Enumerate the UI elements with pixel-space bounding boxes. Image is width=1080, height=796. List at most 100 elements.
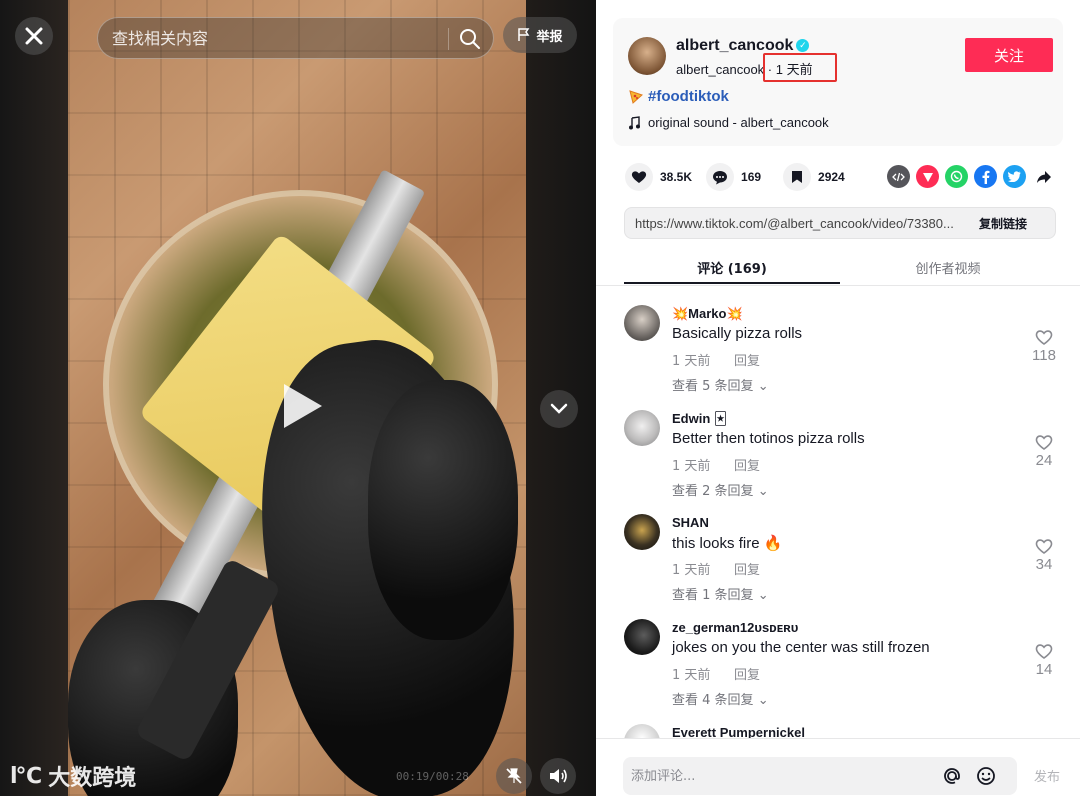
author-username[interactable]: albert_cancook (676, 62, 764, 77)
video-backdrop-left (0, 0, 68, 796)
sound-text[interactable]: original sound - albert_cancook (648, 115, 829, 130)
search-icon[interactable] (458, 27, 482, 51)
close-icon (25, 27, 43, 45)
verified-badge-icon: ✓ (796, 39, 810, 52)
comment-time: 1 天前 (672, 668, 711, 683)
comment-avatar[interactable] (624, 619, 660, 655)
video-link-text[interactable]: https://www.tiktok.com/@albert_cancook/v… (625, 216, 965, 231)
comment-time: 1 天前 (672, 354, 711, 369)
next-video-button[interactable] (540, 390, 578, 428)
playback-time: 00:19/00:28 (396, 770, 469, 783)
pizza-icon (629, 89, 643, 104)
video-glove-shape (368, 380, 518, 640)
comment-time: 1 天前 (672, 459, 711, 474)
reply-button[interactable]: 回复 (734, 664, 760, 683)
comment-username[interactable]: Everett Pumpernickel (672, 725, 805, 738)
comment-username[interactable]: Edwin 🃏 (672, 411, 727, 427)
volume-button[interactable] (540, 758, 576, 794)
comment-text: Basically pizza rolls (672, 325, 803, 342)
comment-like-count: 24 (1035, 452, 1053, 469)
comment-input-divider (596, 738, 1080, 739)
comment-time: 1 天前 (672, 563, 711, 578)
music-note-icon (629, 115, 640, 129)
comment-like-count: 14 (1035, 661, 1053, 678)
chevron-down-icon: ⌄ (757, 693, 769, 708)
report-label: 举报 (536, 29, 563, 45)
whatsapp-icon[interactable] (945, 165, 968, 188)
comment-text: jokes on you the center was still frozen (672, 639, 930, 656)
embed-icon[interactable] (887, 165, 910, 188)
video-player[interactable]: 举报 00:19/00:28 l℃ 大数跨境 (0, 0, 596, 796)
tab-comments[interactable]: 评论 (169) (624, 250, 840, 284)
save-button[interactable]: 2924 (783, 163, 846, 191)
comment-username[interactable]: ze_german12ᴜsᴅᴇʀᴜ (672, 620, 798, 635)
twitter-icon[interactable] (1003, 165, 1026, 188)
hashtag-text[interactable]: #foodtiktok (648, 88, 729, 105)
chevron-down-icon: ⌄ (757, 588, 769, 603)
chevron-down-icon (550, 403, 568, 414)
copy-link-button[interactable]: 复制链接 (979, 215, 1027, 232)
save-icon-wrap (783, 163, 812, 191)
watermark: l℃ 大数跨境 (10, 760, 136, 792)
comment-avatar[interactable] (624, 305, 660, 341)
like-count: 38.5K (660, 170, 693, 184)
comment-username[interactable]: 💥Marko💥 (672, 306, 743, 322)
hashtag-link[interactable]: #foodtiktok (628, 88, 729, 105)
author-display-name[interactable]: albert_cancook (676, 37, 793, 54)
view-replies-button[interactable]: 查看 4 条回复 ⌄ (672, 689, 769, 708)
telegram-icon[interactable] (916, 165, 939, 188)
close-button[interactable] (15, 17, 53, 55)
comment-tabs: 评论 (169) 创作者视频 (624, 250, 1056, 284)
post-comment-button[interactable]: 发布 (1034, 766, 1060, 785)
reply-button[interactable]: 回复 (734, 350, 760, 369)
comment-text: Better then totinos pizza rolls (672, 430, 865, 447)
sound-link[interactable]: original sound - albert_cancook (628, 115, 829, 130)
comment-bubble-icon (713, 170, 728, 184)
search-input[interactable] (112, 28, 432, 48)
comment-list[interactable]: 💥Marko💥 Basically pizza rolls 1 天前 回复 查看… (596, 286, 1080, 738)
play-icon[interactable] (272, 378, 328, 434)
comment-text: this looks fire 🔥 (672, 535, 783, 552)
reply-button[interactable]: 回复 (734, 559, 760, 578)
view-replies-text[interactable]: 查看 4 条回复 (672, 693, 754, 708)
heart-outline-icon[interactable] (1034, 327, 1054, 347)
author-avatar[interactable] (628, 37, 666, 75)
comment-avatar[interactable] (624, 724, 660, 738)
comment-button[interactable]: 169 (706, 163, 769, 191)
comment-input-box[interactable] (623, 757, 1017, 795)
heart-outline-icon[interactable] (1034, 536, 1054, 556)
video-link-box: https://www.tiktok.com/@albert_cancook/v… (624, 207, 1056, 239)
comment-avatar[interactable] (624, 514, 660, 550)
author-card: albert_cancook ✓ albert_cancook · 1 天前 关注… (613, 18, 1063, 146)
mention-icon[interactable] (941, 765, 963, 787)
volume-icon (550, 769, 567, 783)
comment-count: 169 (741, 170, 762, 184)
view-replies-button[interactable]: 查看 2 条回复 ⌄ (672, 480, 769, 499)
view-replies-text[interactable]: 查看 2 条回复 (672, 484, 754, 499)
like-icon-wrap (625, 163, 653, 191)
share-arrow-icon[interactable] (1032, 165, 1055, 188)
view-replies-button[interactable]: 查看 5 条回复 ⌄ (672, 375, 769, 394)
comment-username[interactable]: SHAN (672, 515, 709, 530)
view-replies-button[interactable]: 查看 1 条回复 ⌄ (672, 584, 769, 603)
report-button[interactable]: 举报 (503, 17, 577, 53)
search-divider (448, 28, 449, 50)
heart-outline-icon[interactable] (1034, 641, 1054, 661)
emoji-icon[interactable] (975, 765, 997, 787)
follow-button[interactable]: 关注 (965, 38, 1053, 72)
search-bar[interactable] (97, 17, 494, 59)
comment-avatar[interactable] (624, 410, 660, 446)
view-replies-text[interactable]: 查看 1 条回复 (672, 588, 754, 603)
comment-icon-wrap (706, 163, 735, 191)
view-replies-text[interactable]: 查看 5 条回复 (672, 379, 754, 394)
save-count: 2924 (818, 170, 845, 184)
watermark-logo: l℃ (10, 763, 42, 789)
comment-input[interactable] (623, 768, 923, 784)
facebook-icon[interactable] (974, 165, 997, 188)
floating-player-button[interactable] (496, 758, 532, 794)
heart-outline-icon[interactable] (1034, 432, 1054, 452)
like-button[interactable]: 38.5K (625, 163, 692, 191)
reply-button[interactable]: 回复 (734, 455, 760, 474)
tab-creator-videos[interactable]: 创作者视频 (840, 250, 1056, 284)
share-buttons (887, 165, 1055, 188)
